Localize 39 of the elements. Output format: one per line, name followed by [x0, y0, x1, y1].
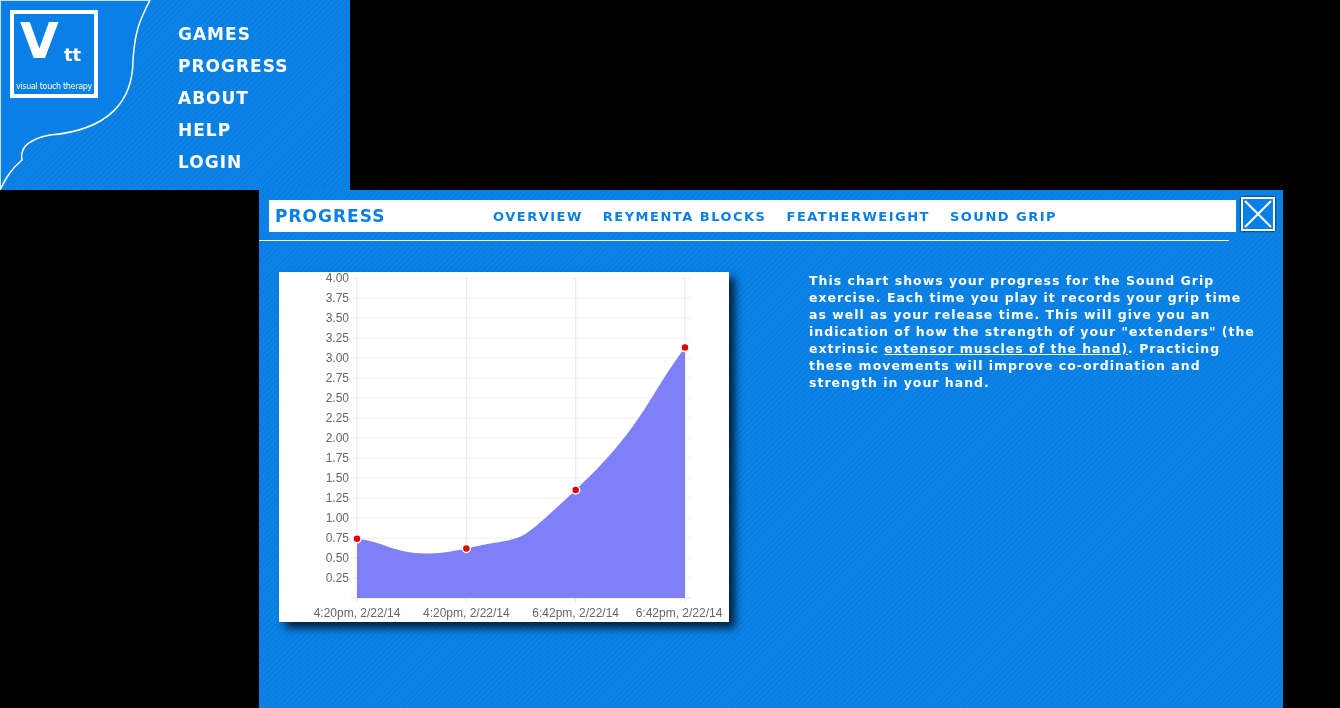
y-tick-label: 3.50 — [325, 311, 349, 325]
close-button[interactable] — [1241, 197, 1275, 231]
logo[interactable]: V tt visual touch therapy — [10, 10, 98, 98]
menu-link[interactable]: LOGIN — [178, 146, 289, 178]
y-tick-label: 0.75 — [325, 531, 349, 545]
y-tick-label: 3.00 — [325, 351, 349, 365]
y-tick-label: 2.00 — [325, 431, 349, 445]
y-tick-label: 1.75 — [325, 451, 349, 465]
y-tick-label: 0.25 — [325, 571, 349, 585]
menu-link[interactable]: PROGRESS — [178, 50, 289, 82]
y-tick-label: 2.50 — [325, 391, 349, 405]
data-point — [352, 534, 362, 544]
exercise-tab[interactable]: SOUND GRIP — [949, 208, 1058, 224]
y-tick-label: 2.25 — [325, 411, 349, 425]
panel-title: PROGRESS — [275, 206, 387, 226]
description-paragraph: This chart shows your progress for the Sound Grip exercise. Each time you play it records your grip time as well as your release time. This will give you an indication of how the strength of your "extenders" (the extrinsic extensor muscles of the hand). Practicing these movements will improve co-ordination and strength in your hand. — [809, 272, 1256, 392]
exercise-tab[interactable]: OVERVIEW — [493, 208, 583, 224]
y-tick-label: 0.50 — [325, 551, 349, 565]
data-point — [680, 342, 690, 353]
y-tick-label: 2.75 — [325, 371, 349, 385]
menu-link[interactable]: HELP — [178, 114, 289, 146]
x-tick-label: 4:20pm, 2/22/14 — [313, 606, 401, 620]
y-tick-label: 4.00 — [325, 272, 349, 285]
x-tick-label: 4:20pm, 2/22/14 — [422, 606, 510, 620]
close-icon — [1243, 199, 1273, 229]
y-tick-label: 3.75 — [325, 291, 349, 305]
data-point — [570, 485, 581, 495]
exercise-tab[interactable]: FEATHERWEIGHT — [786, 208, 930, 224]
x-tick-label: 6:42pm, 2/22/14 — [635, 606, 723, 620]
menu-link[interactable]: GAMES — [178, 18, 289, 50]
x-tick-label: 6:42pm, 2/22/14 — [532, 606, 620, 620]
y-tick-label: 1.25 — [325, 491, 349, 505]
y-tick-label: 1.50 — [325, 471, 349, 485]
menu-link[interactable]: ABOUT — [178, 82, 289, 114]
y-tick-label: 3.25 — [325, 331, 349, 345]
data-point — [461, 543, 472, 554]
extensor-muscles-link[interactable]: extensor muscles of the hand) — [884, 341, 1129, 356]
exercise-tab[interactable]: REYMENTA BLOCKS — [602, 208, 767, 224]
y-tick-label: 1.00 — [325, 511, 349, 525]
